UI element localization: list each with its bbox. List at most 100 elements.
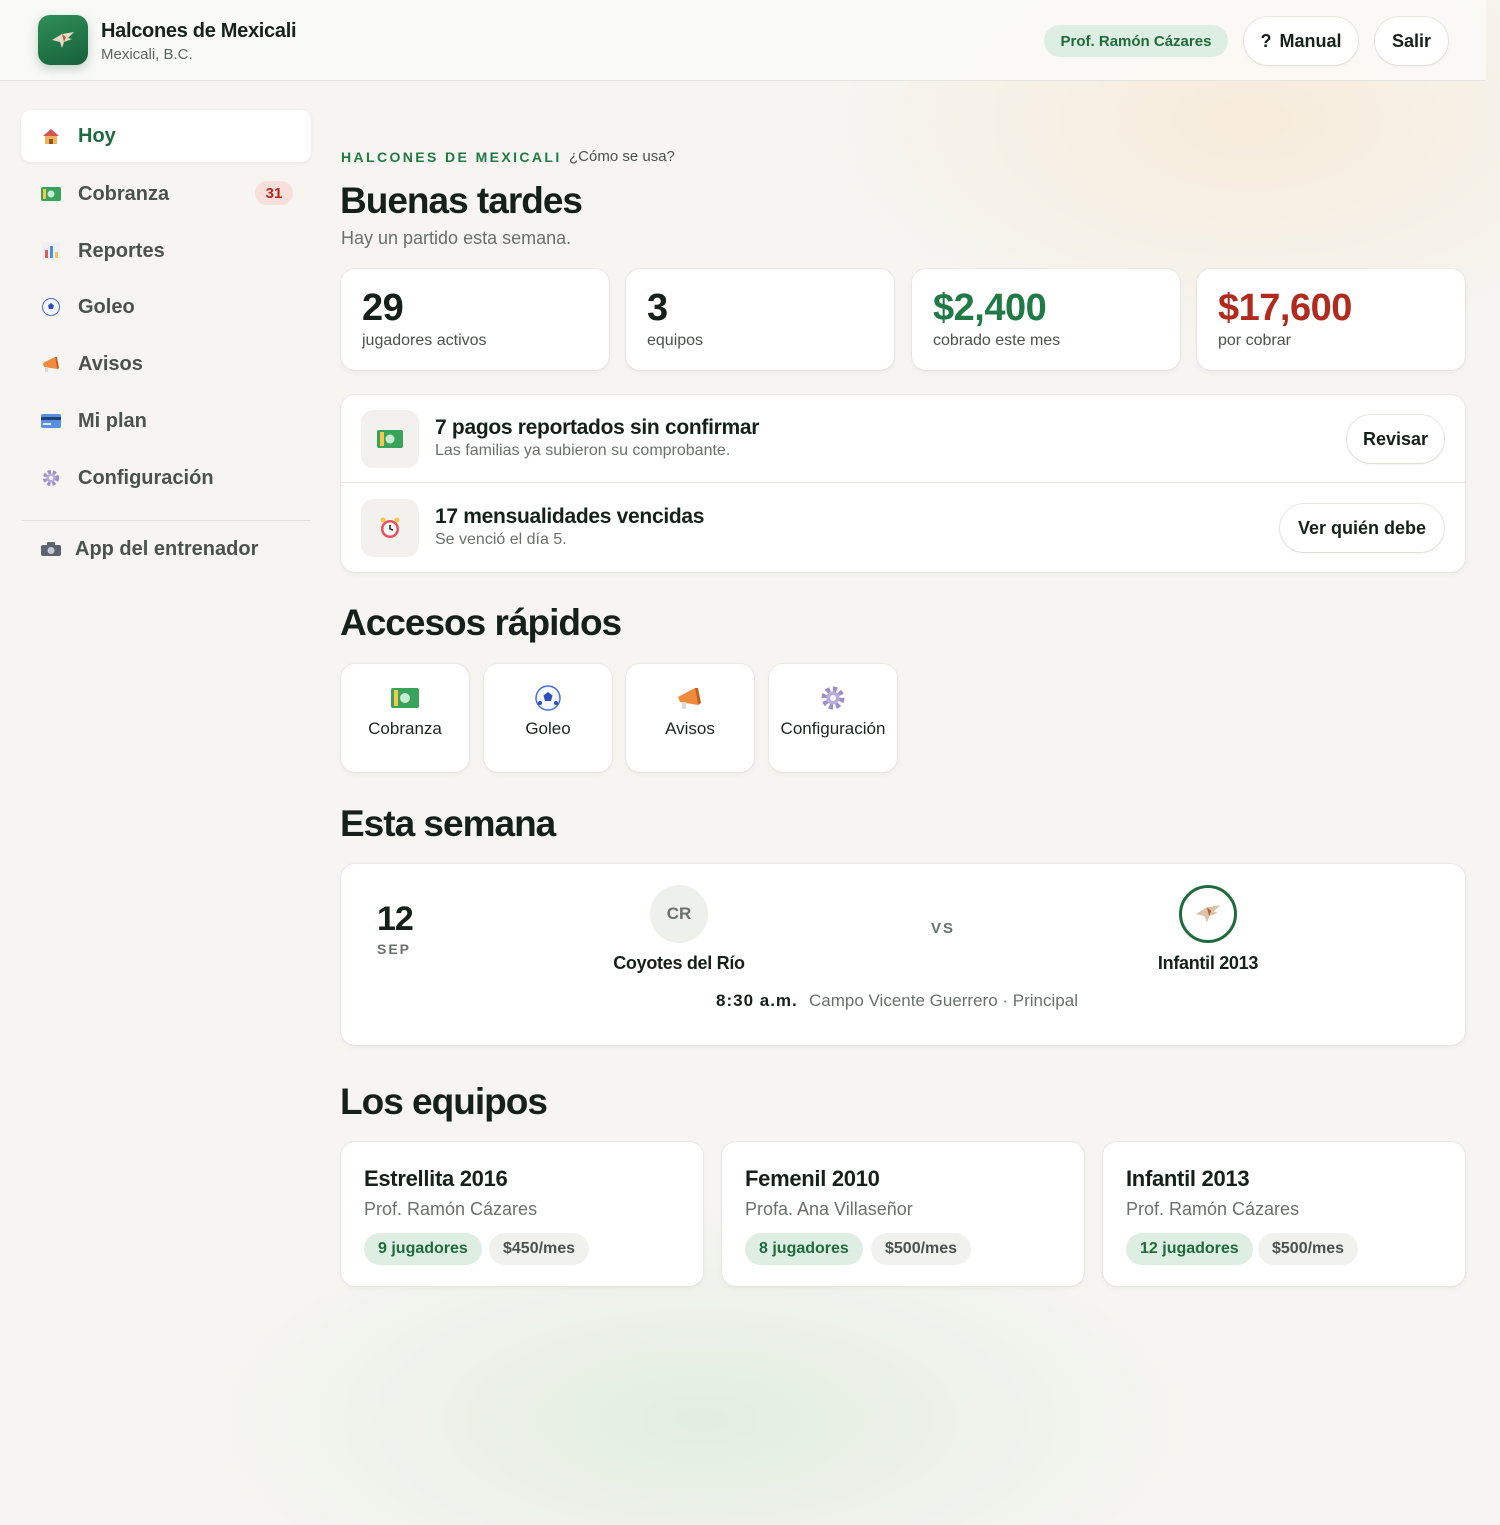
fee-tag: $500/mes (1258, 1233, 1359, 1265)
fee-tag: $450/mes (489, 1233, 590, 1265)
fee-tag: $500/mes (871, 1233, 972, 1265)
match-venue: Campo Vicente Guerrero · Principal (809, 991, 1078, 1010)
team-name: Infantil 2013 (1126, 1166, 1250, 1191)
quick-avisos[interactable]: Avisos (626, 664, 754, 772)
money-icon (377, 430, 403, 448)
club-location: Mexicali, B.C. (101, 46, 193, 63)
sidebar-item-coach-app[interactable]: App del entrenador (21, 523, 311, 575)
alert-icon-box (361, 410, 419, 468)
alert-icon-box (361, 499, 419, 557)
gear-icon (820, 685, 846, 711)
stat-value: $17,600 (1218, 287, 1352, 329)
team-coach: Prof. Ramón Cázares (364, 1199, 538, 1219)
team-coach: Profa. Ana Villaseñor (745, 1199, 913, 1219)
alert-subtitle: Se venció el día 5. (435, 531, 567, 548)
quick-label: Cobranza (368, 719, 442, 738)
help-icon: ? (1260, 30, 1272, 51)
stat-card-teams: 3 equipos (626, 269, 894, 370)
sidebar-item-label: Avisos (78, 352, 143, 375)
credit-card-icon (41, 411, 61, 431)
top-bar: Halcones de Mexicali Mexicali, B.C. Prof… (0, 0, 1486, 81)
stat-value: 3 (647, 287, 668, 329)
camera-icon (41, 539, 61, 559)
sidebar-item-label: App del entrenador (75, 537, 259, 560)
team-card[interactable]: Estrellita 2016 Prof. Ramón Cázares 9 ju… (341, 1142, 703, 1286)
team-card[interactable]: Infantil 2013 Prof. Ramón Cázares 12 jug… (1103, 1142, 1465, 1286)
sidebar-item-goleo[interactable]: Goleo (21, 281, 311, 333)
review-button[interactable]: Revisar (1347, 415, 1444, 463)
stat-card-pending: $17,600 por cobrar (1197, 269, 1465, 370)
page-title: Buenas tardes (340, 180, 583, 221)
players-tag: 9 jugadores (364, 1233, 482, 1265)
quick-cobranza[interactable]: Cobranza (341, 664, 469, 772)
alert-overdue-fees: 17 mensualidades vencidas Se venció el d… (341, 484, 1465, 572)
megaphone-icon (676, 685, 704, 711)
alerts-panel: 7 pagos reportados sin confirmar Las fam… (341, 395, 1465, 572)
quick-access-title: Accesos rápidos (340, 602, 622, 643)
sidebar-item-label: Cobranza (78, 182, 170, 205)
club-name: Halcones de Mexicali (101, 20, 297, 42)
alert-subtitle: Las familias ya subieron su comprobante. (435, 442, 731, 459)
quick-configuracion[interactable]: Configuración (769, 664, 897, 772)
house-icon (41, 126, 61, 146)
page-subtitle: Hay un partido esta semana. (341, 228, 572, 248)
sidebar-item-label: Configuración (78, 466, 214, 489)
sidebar-item-hoy[interactable]: Hoy (21, 110, 311, 162)
club-logo[interactable] (38, 15, 88, 65)
alert-title: 17 mensualidades vencidas (435, 505, 705, 528)
stat-label: equipos (647, 332, 704, 349)
how-to-link[interactable]: ¿Cómo se usa? (569, 148, 675, 165)
this-week-title: Esta semana (340, 803, 556, 844)
bar-chart-icon (41, 241, 61, 261)
sidebar-item-label: Reportes (78, 239, 165, 262)
stat-card-collected: $2,400 cobrado este mes (912, 269, 1180, 370)
team-name: Femenil 2010 (745, 1166, 880, 1191)
quick-label: Configuración (780, 719, 886, 738)
sidebar-item-label: Hoy (78, 124, 116, 147)
stat-value: $2,400 (933, 287, 1047, 329)
sidebar-item-configuracion[interactable]: Configuración (21, 452, 311, 504)
logout-button[interactable]: Salir (1375, 17, 1448, 65)
away-team-name: Coyotes del Río (613, 953, 745, 973)
alarm-clock-icon (378, 516, 402, 540)
count-badge: 31 (255, 181, 293, 205)
manual-button[interactable]: ? Manual (1244, 17, 1358, 65)
sidebar-item-label: Mi plan (78, 409, 147, 432)
team-card[interactable]: Femenil 2010 Profa. Ana Villaseñor 8 jug… (722, 1142, 1084, 1286)
stat-label: cobrado este mes (933, 332, 1061, 349)
match-card[interactable]: 12 SEP CR Coyotes del Río VS Infantil 20… (341, 864, 1465, 1045)
sidebar-item-reportes[interactable]: Reportes (21, 225, 311, 277)
team-name: Estrellita 2016 (364, 1166, 508, 1191)
stat-label: jugadores activos (362, 332, 487, 349)
see-debtors-button[interactable]: Ver quién debe (1280, 504, 1444, 552)
match-time: 8:30 a.m. (716, 991, 798, 1010)
stat-card-players: 29 jugadores activos (341, 269, 609, 370)
stat-label: por cobrar (1218, 332, 1291, 349)
players-tag: 8 jugadores (745, 1233, 863, 1265)
money-icon (391, 688, 419, 708)
alert-unconfirmed-payments: 7 pagos reportados sin confirmar Las fam… (341, 395, 1465, 483)
match-month: SEP (377, 941, 412, 957)
hawk-icon (1193, 903, 1223, 925)
stat-value: 29 (362, 287, 404, 329)
match-day: 12 (377, 900, 414, 938)
away-team-badge: CR (650, 885, 708, 943)
soccer-ball-icon (41, 297, 61, 317)
hawk-icon (50, 30, 76, 50)
sidebar-item-mi-plan[interactable]: Mi plan (21, 395, 311, 447)
eyebrow-club: HALCONES DE MEXICALI (341, 149, 562, 165)
gear-icon (41, 468, 61, 488)
sidebar-item-avisos[interactable]: Avisos (21, 338, 311, 390)
sidebar-item-cobranza[interactable]: Cobranza 31 (21, 168, 311, 220)
soccer-ball-icon (535, 685, 561, 711)
megaphone-icon (41, 354, 61, 374)
user-badge: Prof. Ramón Cázares (1044, 25, 1228, 57)
home-team-name: Infantil 2013 (1157, 953, 1259, 973)
players-tag: 12 jugadores (1126, 1233, 1253, 1265)
teams-title: Los equipos (340, 1081, 548, 1122)
home-team-badge (1179, 885, 1237, 943)
sidebar-divider (21, 520, 311, 521)
quick-label: Goleo (525, 719, 571, 738)
manual-label: Manual (1279, 30, 1342, 51)
quick-goleo[interactable]: Goleo (484, 664, 612, 772)
